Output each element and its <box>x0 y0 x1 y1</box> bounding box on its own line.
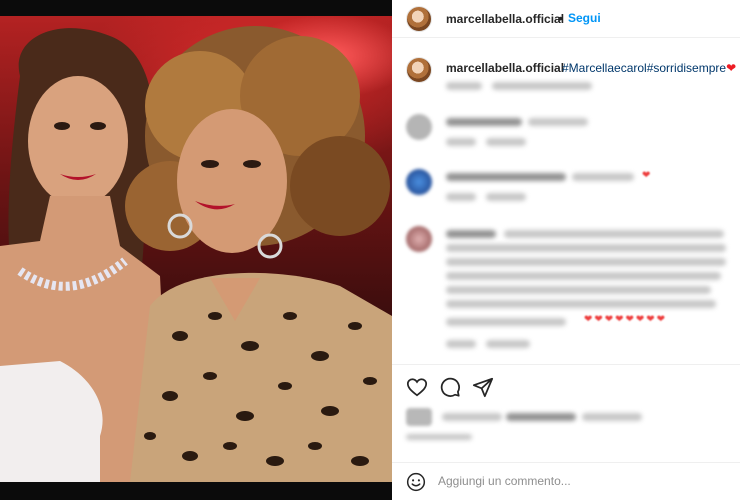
blurred-reply <box>486 340 530 348</box>
photo-illustration <box>0 26 392 482</box>
post-actions <box>392 372 740 400</box>
blurred-liked-by <box>442 413 502 421</box>
emoji-icon[interactable] <box>406 472 426 492</box>
blurred-liker-name <box>506 413 576 421</box>
comment-input[interactable] <box>438 474 718 488</box>
share-icon[interactable] <box>472 376 494 398</box>
caption-hashtag-text[interactable]: #Marcellaecarol#sorridisempre <box>562 61 726 75</box>
blurred-comment-text <box>446 258 726 266</box>
blurred-comment-text <box>446 300 716 308</box>
comment-avatar[interactable] <box>406 169 432 195</box>
blurred-others <box>582 413 642 421</box>
add-comment-bar <box>392 463 740 500</box>
post-photo[interactable] <box>0 0 392 500</box>
caption-hashtags[interactable]: #Marcellaecarol#sorridisempre❤ <box>562 61 736 75</box>
caption-heart-emoji: ❤ <box>726 61 737 75</box>
post-header: marcellabella.official • Segui <box>392 0 740 38</box>
photo-letterbox-bottom <box>0 482 392 500</box>
blurred-comment-text <box>446 286 711 294</box>
blurred-comment-time <box>446 138 476 146</box>
comment-icon[interactable] <box>439 376 461 398</box>
blurred-comment-text <box>446 272 721 280</box>
blurred-comment-text <box>528 118 588 126</box>
blurred-comment-username <box>446 118 522 126</box>
caption-username[interactable]: marcellabella.official <box>446 61 564 75</box>
caption-avatar[interactable] <box>406 57 432 83</box>
post-side-panel: marcellabella.official • Segui marcellab… <box>392 0 740 500</box>
separator-dot: • <box>558 10 563 26</box>
heart-icon[interactable] <box>406 376 428 398</box>
blurred-translation <box>492 82 592 90</box>
actions-divider <box>392 364 740 365</box>
comment-heart-emojis: ❤❤❤❤❤❤❤❤ <box>584 314 668 325</box>
liker-avatars <box>406 408 432 426</box>
comment-avatar[interactable] <box>406 114 432 140</box>
comment-avatar[interactable] <box>406 226 432 252</box>
author-avatar[interactable] <box>406 6 432 32</box>
blurred-comment-text <box>504 230 724 238</box>
blurred-reply <box>486 193 526 201</box>
photo-letterbox-top <box>0 0 392 16</box>
author-username[interactable]: marcellabella.official <box>446 12 564 26</box>
follow-button[interactable]: Segui <box>568 11 601 25</box>
blurred-comment-text <box>446 244 726 252</box>
blurred-comment-time <box>446 340 476 348</box>
blurred-comment-text <box>572 173 634 181</box>
blurred-time <box>446 82 482 90</box>
blurred-reply <box>486 138 526 146</box>
blurred-date <box>406 434 472 440</box>
blurred-comment-username <box>446 173 566 181</box>
blurred-comment-text <box>446 318 566 326</box>
blurred-comment-time <box>446 193 476 201</box>
comment-heart-emoji: ❤ <box>642 170 653 181</box>
blurred-comment-username <box>446 230 496 238</box>
